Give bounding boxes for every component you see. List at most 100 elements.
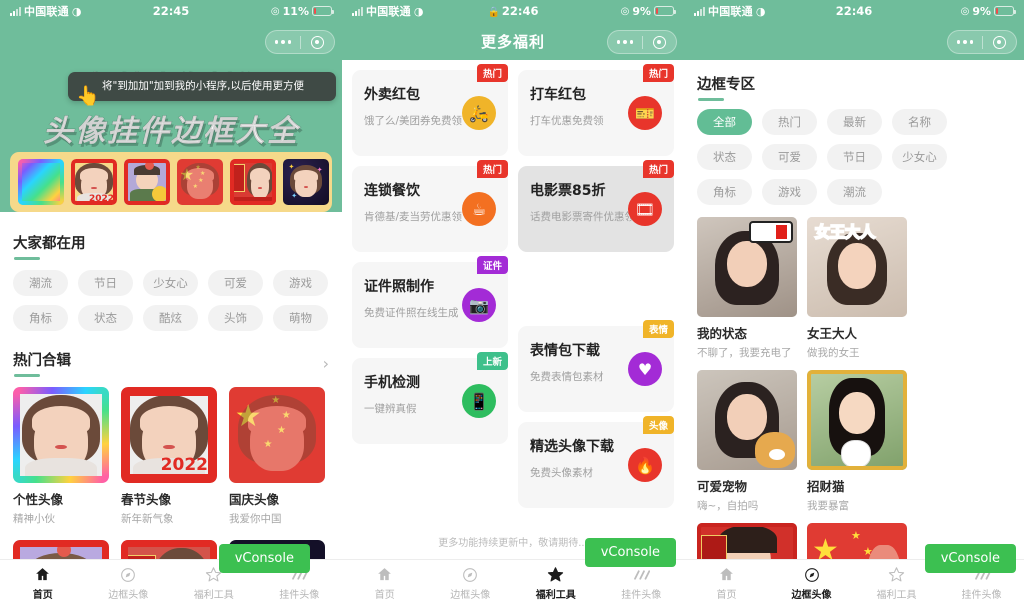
battery-icon xyxy=(312,6,334,16)
benefit-card-连锁餐饮[interactable]: 热门 连锁餐饮 肯德基/麦当劳优惠领 ☕ xyxy=(352,160,508,252)
status-bar: 中国联通 ◑ 🔒 22:46 ◎ 9% xyxy=(342,0,684,22)
avatar-thumb[interactable] xyxy=(18,159,64,205)
film-icon: 🎞 xyxy=(628,192,662,226)
avatar-thumb[interactable] xyxy=(124,159,170,205)
status-bar: 中国联通 ◑ 22:46 ◎ 9% xyxy=(684,0,1024,22)
nav-bar: 更多福利 xyxy=(342,22,684,60)
home-icon xyxy=(376,566,393,583)
tooltip-text: 将"到加加"加到我的小程序,以后使用更方便 xyxy=(102,80,304,92)
category-tag-9[interactable]: 游戏 xyxy=(762,179,817,205)
category-tag-2[interactable]: 最新 xyxy=(827,109,882,135)
avatar-thumb[interactable]: ★ ★ ★ ★ ★ xyxy=(177,159,223,205)
status-left: 中国联通 ◑ xyxy=(694,3,765,19)
collection-title: 个性头像 xyxy=(13,492,64,507)
vconsole-button[interactable]: vConsole xyxy=(924,544,1016,573)
benefit-card-表情包下载[interactable]: 表情 表情包下载 免费表情包素材 ♥ xyxy=(518,320,674,412)
benefit-card-手机检测[interactable]: 上新 手机检测 一键辨真假 📱 xyxy=(352,352,508,444)
star-icon xyxy=(888,566,905,583)
category-tag-3[interactable]: 名称 xyxy=(892,109,947,135)
more-menu-icon[interactable] xyxy=(266,39,300,45)
card-badge: 热门 xyxy=(642,64,674,82)
benefit-card-外卖红包[interactable]: 热门 外卖红包 饿了么/美团券免费领 🛵 xyxy=(352,64,508,156)
more-menu-icon[interactable] xyxy=(608,39,642,45)
tab-挂件头像[interactable]: 挂件头像 xyxy=(599,566,685,601)
avatar-thumb[interactable]: ✦ ✦ ✦ xyxy=(283,159,329,205)
category-tag-8[interactable]: 角标 xyxy=(697,179,752,205)
tab-首页[interactable]: 首页 xyxy=(0,566,86,601)
category-tag-7[interactable]: 酷炫 xyxy=(143,305,198,331)
category-tag-2[interactable]: 少女心 xyxy=(143,270,198,296)
benefit-card-证件照制作[interactable]: 证件 证件照制作 免费证件照在线生成 📷 xyxy=(352,256,508,348)
tab-label: 边框头像 xyxy=(791,590,832,601)
category-tag-9[interactable]: 萌物 xyxy=(273,305,328,331)
frame-item[interactable]: 可爱宠物 嗨~，自拍吗 xyxy=(697,370,797,513)
tab-label: 首页 xyxy=(716,590,737,601)
chevron-right-icon[interactable]: › xyxy=(323,354,329,373)
avatar-thumb[interactable] xyxy=(230,159,276,205)
collection-card[interactable]: 2022 春节头像 新年新气象 xyxy=(121,387,217,526)
tab-label: 挂件头像 xyxy=(961,590,1002,601)
benefit-card-精选头像下载[interactable]: 头像 精选头像下载 免费头像素材 🔥 xyxy=(518,416,674,508)
frame-thumbnail xyxy=(697,217,797,317)
status-bar: 中国联通 ◑ 22:45 ◎ 11% xyxy=(0,0,342,22)
tab-label: 首页 xyxy=(32,590,53,601)
tab-边框头像[interactable]: 边框头像 xyxy=(428,566,514,601)
category-tag-4[interactable]: 状态 xyxy=(697,144,752,170)
frame-item[interactable]: 女王大人 女王大人 做我的女王 xyxy=(807,217,907,360)
collection-thumbnail: ★ ★ ★ ★ ★ xyxy=(229,387,325,483)
frame-thumbnail xyxy=(697,370,797,470)
category-tag-4[interactable]: 游戏 xyxy=(273,270,328,296)
benefit-card-电影票85折[interactable]: 热门 电影票85折 话费电影票寄件优惠领 🎞 xyxy=(518,160,674,252)
close-target-icon[interactable] xyxy=(982,35,1016,49)
category-tag-6[interactable]: 状态 xyxy=(78,305,133,331)
benefit-card-打车红包[interactable]: 热门 打车红包 打车优惠免费领 🎫 xyxy=(518,64,674,156)
status-left: 中国联通 ◑ xyxy=(10,3,81,19)
wechat-capsule-button[interactable] xyxy=(265,30,335,54)
frame-item[interactable]: 招财猫 我要暴富 xyxy=(807,370,907,513)
vconsole-button[interactable]: vConsole xyxy=(584,538,676,567)
category-tag-0[interactable]: 全部 xyxy=(697,109,752,135)
category-tag-5[interactable]: 角标 xyxy=(13,305,68,331)
category-tag-0[interactable]: 潮流 xyxy=(13,270,68,296)
time-label: 22:46 xyxy=(501,4,539,18)
close-target-icon[interactable] xyxy=(642,35,676,49)
benefit-column-right: 热门 打车红包 打车优惠免费领 🎫 热门 电影票85折 话费电影票寄件优惠领 🎞 表情 表情包下载… xyxy=(518,64,674,508)
category-tag-6[interactable]: 节日 xyxy=(827,144,882,170)
category-tag-10[interactable]: 潮流 xyxy=(827,179,882,205)
frame-title: 可爱宠物 xyxy=(697,479,748,494)
category-tag-7[interactable]: 少女心 xyxy=(892,144,947,170)
more-menu-icon[interactable] xyxy=(948,39,982,45)
wechat-capsule-button[interactable] xyxy=(607,30,677,54)
section-header-popular: 大家都在用 xyxy=(13,232,329,260)
frame-title: 招财猫 xyxy=(807,479,845,494)
category-tag-5[interactable]: 可爱 xyxy=(762,144,817,170)
close-target-icon[interactable] xyxy=(300,35,334,49)
tab-福利工具[interactable]: 福利工具 xyxy=(513,566,599,601)
star-icon xyxy=(547,566,564,583)
category-tag-1[interactable]: 热门 xyxy=(762,109,817,135)
tab-首页[interactable]: 首页 xyxy=(684,566,769,601)
frame-title: 我的状态 xyxy=(697,326,748,341)
tab-首页[interactable]: 首页 xyxy=(342,566,428,601)
tab-边框头像[interactable]: 边框头像 xyxy=(769,566,854,601)
frame-item[interactable]: 我的状态 不聊了，我要充电了 xyxy=(697,217,797,360)
category-tag-3[interactable]: 可爱 xyxy=(208,270,263,296)
collection-card[interactable]: 个性头像 精神小伙 xyxy=(13,387,109,526)
panel-frame-zone: 中国联通 ◑ 22:46 ◎ 9% 边框专区 全部 热门 最新 名称状态 可爱 节日 少女心… xyxy=(684,0,1024,607)
avatar-thumb[interactable]: 2022 xyxy=(71,159,117,205)
tab-label: 挂件头像 xyxy=(279,590,320,601)
carrier-label: 中国联通 xyxy=(366,5,411,18)
category-tag-list: 潮流 节日 少女心 可爱 游戏角标 状态 酷炫 头饰 萌物 xyxy=(13,270,329,331)
collection-title: 春节头像 xyxy=(121,492,172,507)
wechat-capsule-button[interactable] xyxy=(947,30,1017,54)
section-header-frame-zone: 边框专区 xyxy=(697,73,1011,101)
section-title: 边框专区 xyxy=(697,73,755,101)
vconsole-button[interactable]: vConsole xyxy=(218,544,310,573)
benefit-card-grid: 热门 外卖红包 饿了么/美团券免费领 🛵 热门 连锁餐饮 肯德基/麦当劳优惠领 ☕ 证件 证件照制… xyxy=(352,64,674,508)
category-tag-1[interactable]: 节日 xyxy=(78,270,133,296)
card-badge: 热门 xyxy=(642,160,674,178)
category-tag-8[interactable]: 头饰 xyxy=(208,305,263,331)
status-left: 中国联通 ◑ xyxy=(352,3,423,19)
collection-card[interactable]: ★ ★ ★ ★ ★ 国庆头像 我爱你中国 xyxy=(229,387,325,526)
tab-边框头像[interactable]: 边框头像 xyxy=(86,566,172,601)
